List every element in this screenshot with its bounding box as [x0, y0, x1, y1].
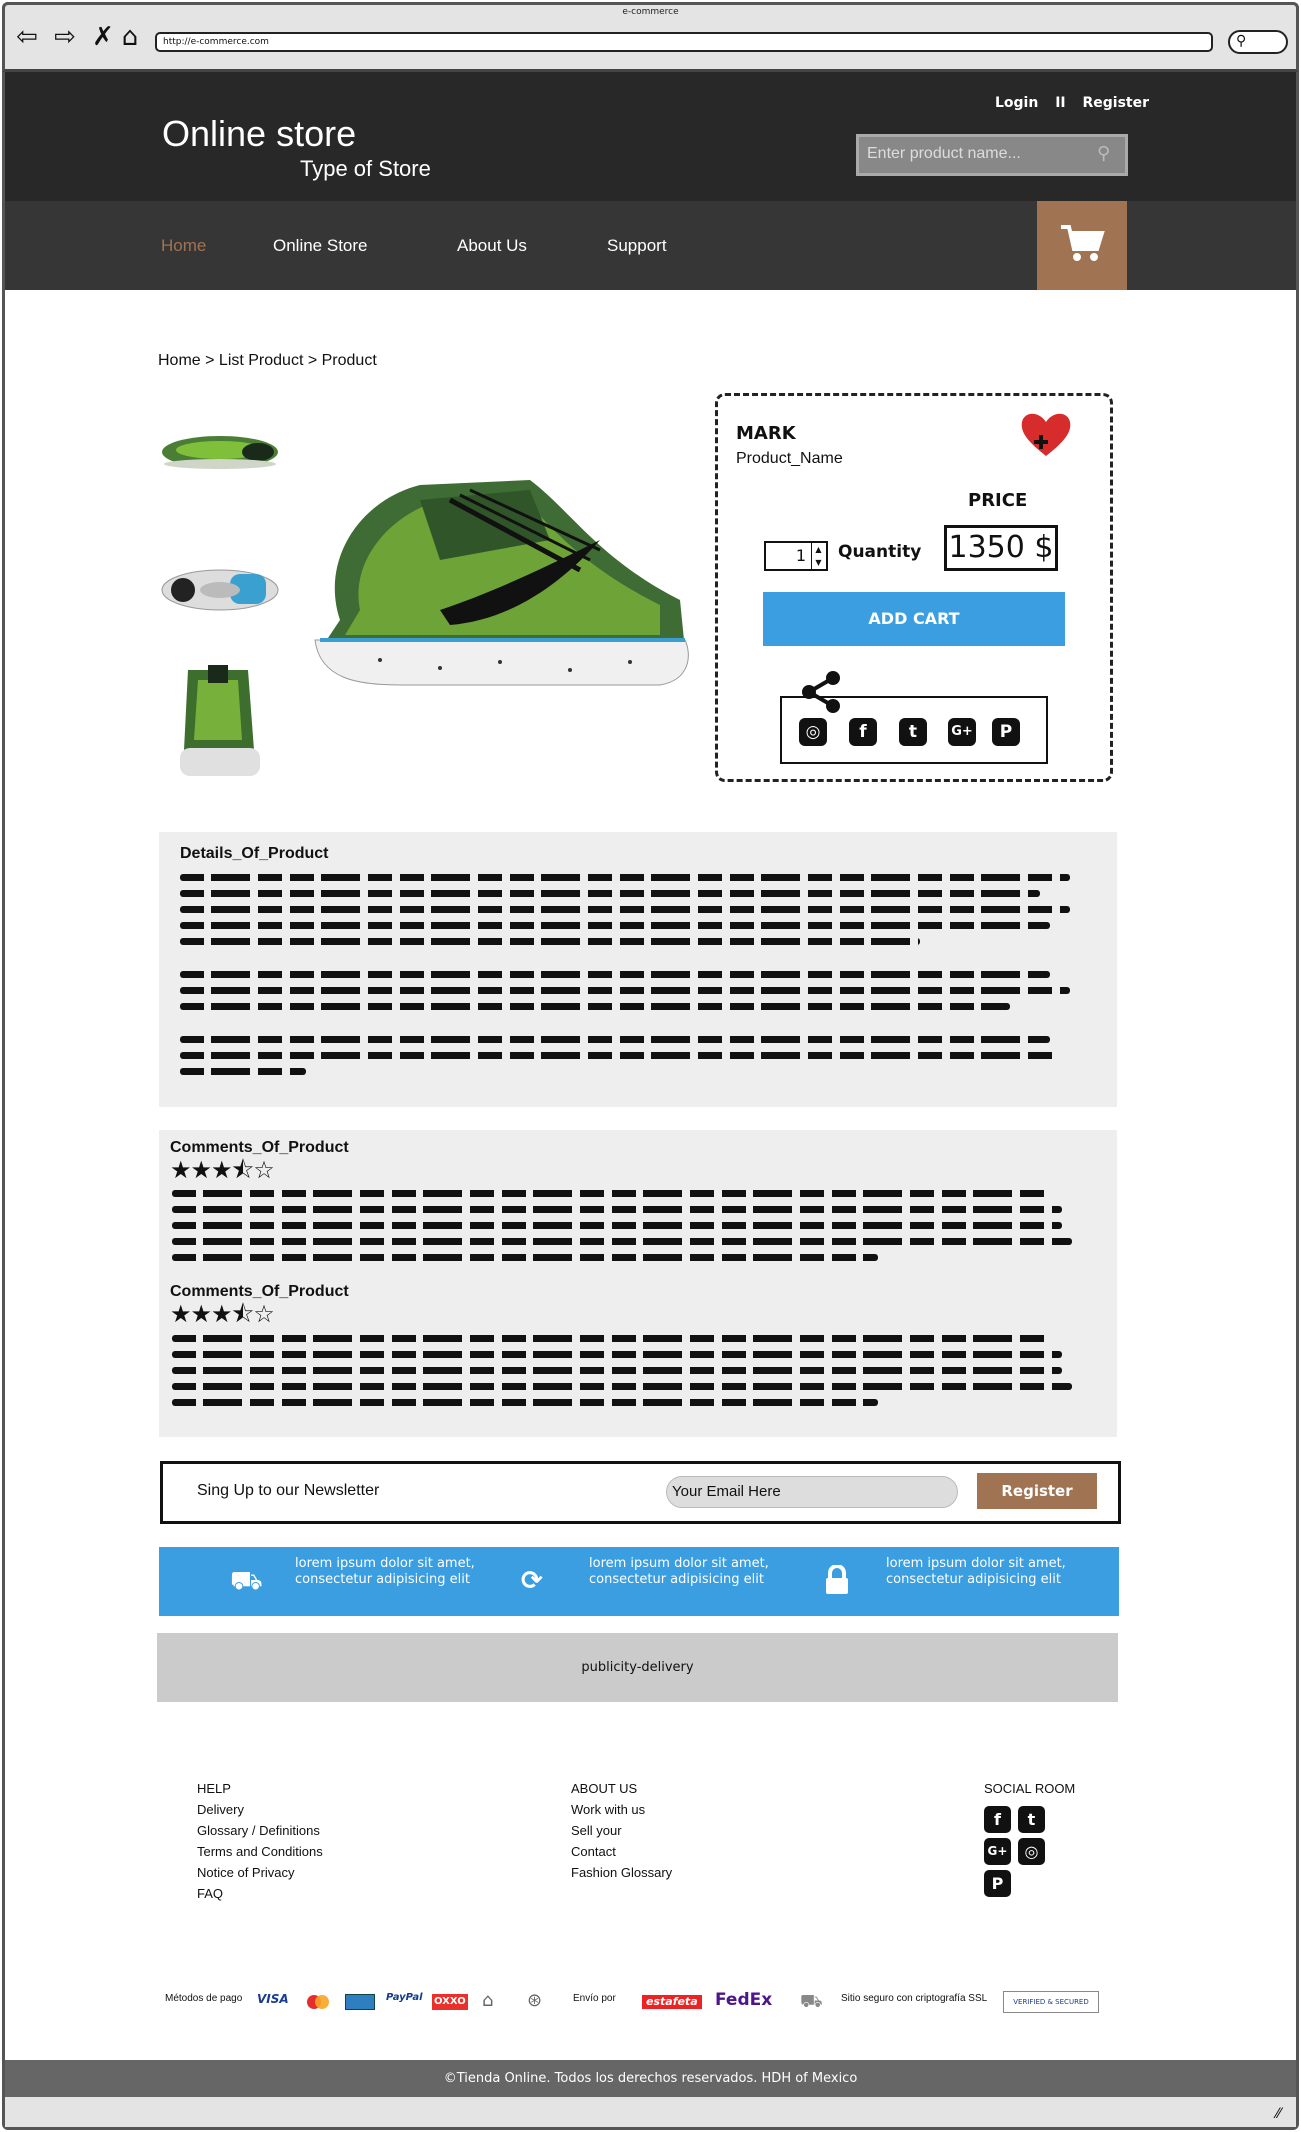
search-icon[interactable]: ⚲: [1097, 143, 1110, 164]
link-separator: II: [1055, 95, 1066, 111]
product-name: Product_Name: [736, 450, 843, 467]
product-thumbnail-back[interactable]: [158, 660, 283, 785]
fedex-logo: FedEx: [715, 1990, 773, 2010]
twitter-icon[interactable]: t: [899, 718, 927, 746]
product-thumbnail-side[interactable]: [158, 420, 283, 480]
twitter-icon[interactable]: t: [1018, 1806, 1045, 1833]
product-brand: MARK: [736, 423, 796, 444]
comment-title: Comments_Of_Product: [170, 1283, 349, 1300]
payment-methods-label: Métodos de pago: [165, 1993, 243, 2004]
footer-social-title: SOCIAL ROOM: [984, 1781, 1076, 1796]
forward-icon[interactable]: ⇨: [50, 22, 80, 52]
visa-logo: VISA: [257, 1992, 289, 2006]
footer-heading: ABOUT US: [571, 1781, 638, 1796]
register-link[interactable]: Register: [1083, 95, 1150, 111]
product-main-image[interactable]: [300, 480, 690, 690]
comment-rating-stars: ★★★⯪☆: [170, 1156, 275, 1184]
nav-support[interactable]: Support: [607, 236, 667, 256]
email-field[interactable]: Your Email Here: [666, 1476, 958, 1508]
publicity-banner[interactable]: publicity-delivery: [157, 1633, 1118, 1702]
nav-online-store[interactable]: Online Store: [273, 236, 368, 256]
feature-text: lorem ipsum dolor sit amet, consectetur …: [295, 1556, 475, 1587]
mastercard-icon: [307, 1995, 329, 2009]
google-plus-icon[interactable]: G+: [948, 718, 976, 746]
search-icon: ⚲: [1236, 33, 1247, 49]
quantity-stepper-icon[interactable]: ▲ ▼: [811, 543, 825, 569]
paypal-logo: PayPal: [386, 1992, 423, 2003]
account-links: Login II Register: [995, 95, 1161, 111]
price-label: PRICE: [968, 490, 1028, 511]
footer-link[interactable]: Fashion Glossary: [571, 1862, 672, 1883]
secure-payment-icon: ⛟: [800, 1991, 823, 2012]
details-title: Details_Of_Product: [180, 845, 329, 862]
footer-link[interactable]: FAQ: [197, 1883, 323, 1904]
comment-rating-stars: ★★★⯪☆: [170, 1300, 275, 1328]
home-icon[interactable]: ⌂: [115, 22, 145, 52]
browser-search[interactable]: ⚲: [1228, 30, 1288, 54]
amex-icon: [345, 1994, 375, 2010]
truck-icon: ⛟: [230, 1566, 263, 1596]
details-text: [180, 874, 1070, 1084]
ssl-badge: VERIFIED & SECURED: [1003, 1991, 1099, 2013]
back-icon[interactable]: ⇦: [12, 22, 42, 52]
copyright: ©Tienda Online. Todos los derechos reser…: [5, 2060, 1296, 2097]
close-icon[interactable]: ✗: [88, 22, 118, 52]
footer-link[interactable]: Sell your: [571, 1820, 672, 1841]
share-icon[interactable]: [800, 670, 844, 714]
site-logo[interactable]: Online store: [162, 113, 356, 155]
google-plus-icon[interactable]: G+: [984, 1838, 1011, 1865]
feature-text: lorem ipsum dolor sit amet, consectetur …: [886, 1556, 1066, 1587]
footer-link[interactable]: Notice of Privacy: [197, 1862, 323, 1883]
instagram-icon[interactable]: ◎: [799, 718, 827, 746]
footer-help: HELP Delivery Glossary / Definitions Ter…: [197, 1778, 323, 1904]
coin-icon: ⊛: [527, 1990, 543, 2011]
login-link[interactable]: Login: [995, 95, 1038, 111]
comment-text: [172, 1190, 1072, 1270]
product-thumbnail-sole[interactable]: [158, 560, 283, 620]
oxxo-logo: OXXO: [432, 1994, 468, 2010]
store-type: Type of Store: [300, 156, 431, 181]
cart-icon: [1061, 225, 1105, 261]
newsletter-label: Sing Up to our Newsletter: [197, 1482, 380, 1499]
pinterest-icon[interactable]: P: [984, 1870, 1011, 1897]
estafeta-logo: estafeta: [642, 1995, 702, 2009]
ssl-label: Sitio seguro con criptografía SSL: [841, 1993, 988, 2004]
delivery-label: Envío por: [573, 1993, 616, 2004]
footer-heading: HELP: [197, 1781, 231, 1796]
nav-home[interactable]: Home: [161, 236, 206, 256]
window-title: e-commerce: [622, 7, 679, 17]
comment-title: Comments_Of_Product: [170, 1139, 349, 1156]
footer-link[interactable]: Contact: [571, 1841, 672, 1862]
facebook-icon[interactable]: f: [984, 1806, 1011, 1833]
url-bar[interactable]: http://e-commerce.com: [155, 32, 1213, 52]
resize-handle-icon[interactable]: ⁄⁄: [1276, 2106, 1281, 2122]
add-to-cart-button[interactable]: ADD CART: [763, 592, 1065, 646]
product-search-input[interactable]: Enter product name...: [856, 134, 1128, 176]
nav-about-us[interactable]: About Us: [457, 236, 527, 256]
footer-link[interactable]: Terms and Conditions: [197, 1841, 323, 1862]
newsletter-register-button[interactable]: Register: [977, 1473, 1097, 1509]
price-value: 1350 $: [944, 525, 1058, 571]
footer-link[interactable]: Delivery: [197, 1799, 323, 1820]
feature-text: lorem ipsum dolor sit amet, consectetur …: [589, 1556, 769, 1587]
comment-text: [172, 1335, 1072, 1415]
cart-button[interactable]: [1037, 201, 1127, 290]
footer-link[interactable]: Glossary / Definitions: [197, 1820, 323, 1841]
quantity-label: Quantity: [838, 542, 922, 562]
browser-status-bar: [5, 2097, 1296, 2127]
lock-icon: [826, 1565, 848, 1594]
breadcrumb[interactable]: Home > List Product > Product: [158, 352, 377, 370]
footer-link[interactable]: Work with us: [571, 1799, 672, 1820]
footer-about: ABOUT US Work with us Sell your Contact …: [571, 1778, 672, 1883]
facebook-icon[interactable]: f: [849, 718, 877, 746]
pinterest-icon[interactable]: P: [992, 718, 1020, 746]
instagram-icon[interactable]: ◎: [1018, 1838, 1045, 1865]
refresh-icon: ⟳: [521, 1566, 543, 1596]
bank-icon: ⌂: [482, 1990, 494, 2011]
add-favorite-heart-icon[interactable]: [1018, 410, 1074, 460]
